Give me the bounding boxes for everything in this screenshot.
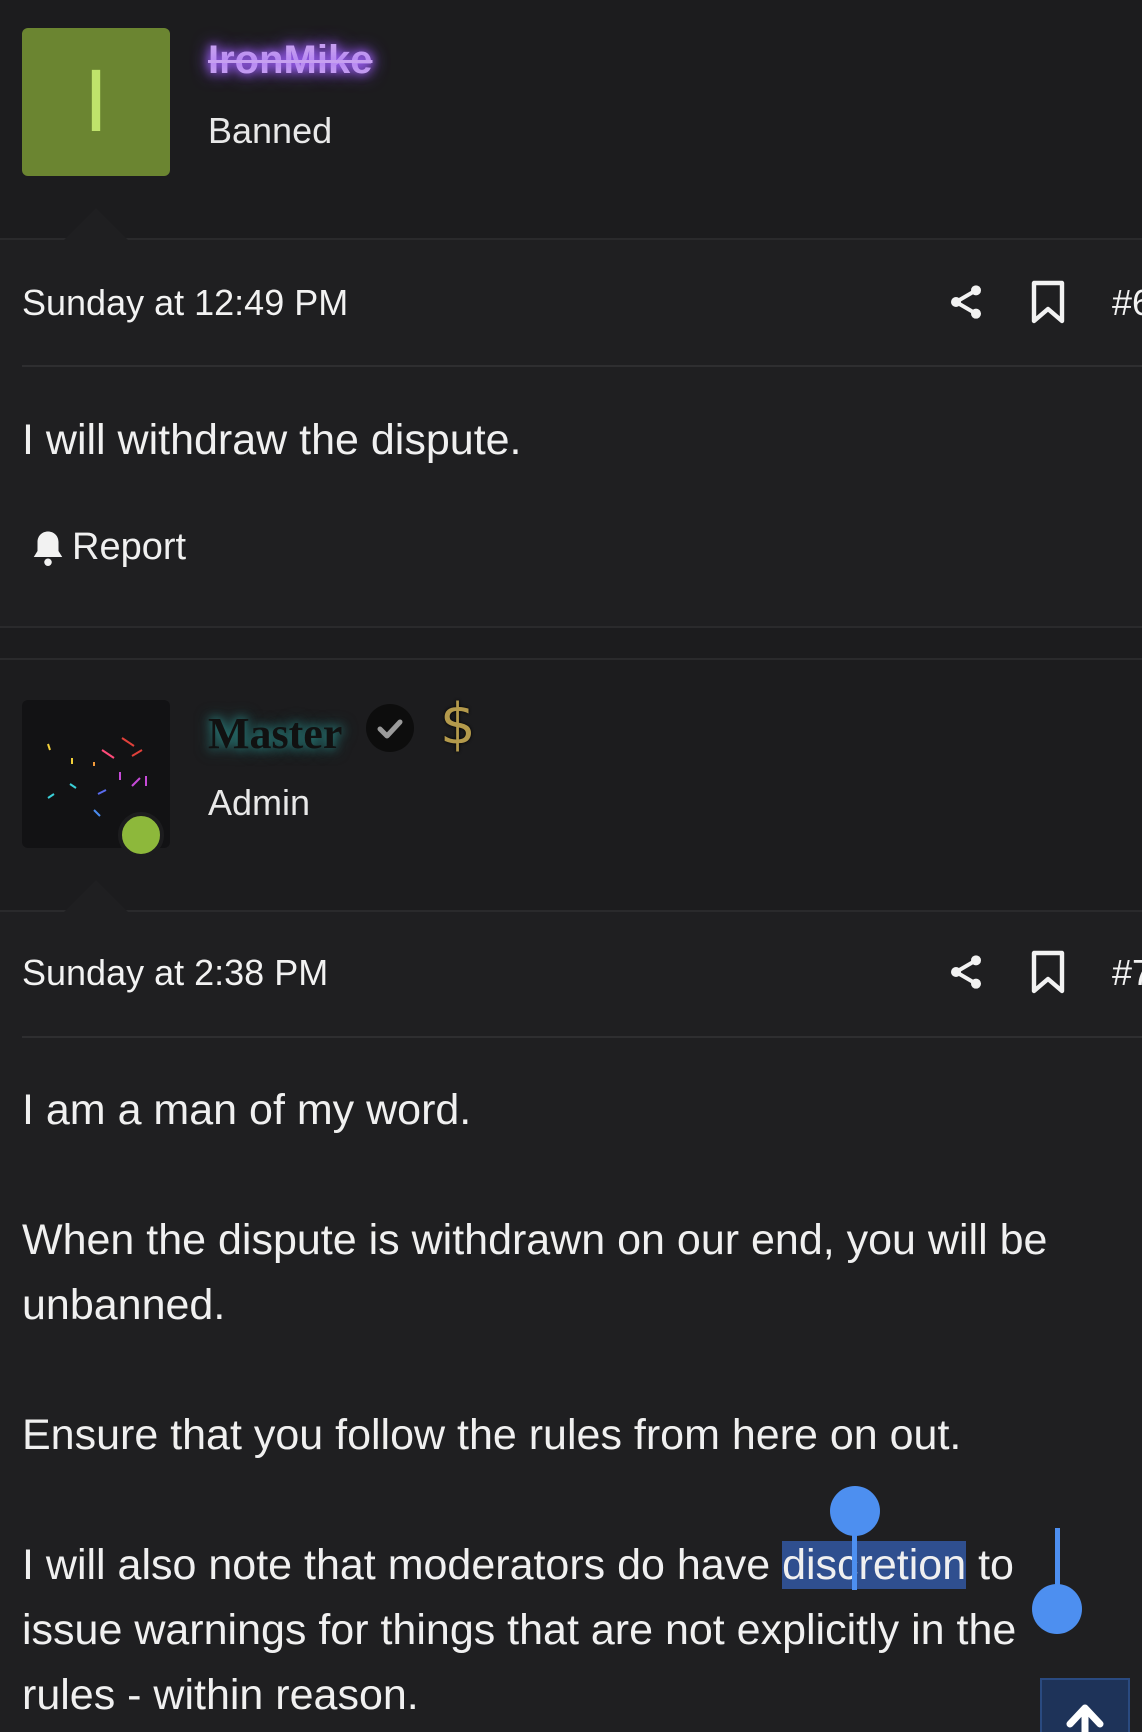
selection-start-caret: [852, 1510, 857, 1590]
username-link[interactable]: Master: [208, 708, 342, 759]
post-number-link[interactable]: #6: [1112, 282, 1142, 324]
share-icon[interactable]: [946, 282, 986, 322]
post-body: I am a man of my word. When the dispute …: [22, 1078, 1142, 1728]
user-avatar[interactable]: I: [22, 28, 170, 176]
report-label: Report: [72, 526, 187, 568]
share-icon[interactable]: [946, 952, 986, 992]
post-body-line: issue warnings for things that are not e…: [22, 1606, 1017, 1654]
post-body-line: unbanned.: [22, 1281, 226, 1329]
post-body-line: I am a man of my word.: [22, 1086, 472, 1134]
post-meta-row: Sunday at 2:38 PM #7: [0, 914, 1142, 1034]
arrow-up-icon: [1066, 1704, 1104, 1732]
post-date[interactable]: Sunday at 12:49 PM: [22, 282, 348, 324]
bell-icon: [33, 531, 63, 566]
post-body: I will withdraw the dispute.: [22, 408, 522, 473]
post-body-line: I will withdraw the dispute.: [22, 416, 522, 464]
post-user-header: I IronMike Banned: [0, 0, 1142, 240]
post-date[interactable]: Sunday at 2:38 PM: [22, 952, 328, 994]
post-body-line: rules - within reason.: [22, 1671, 419, 1719]
post-body-line: I will also note that moderators do have…: [22, 1533, 1142, 1598]
text-run: I will also note that moderators do have: [22, 1541, 783, 1589]
post-separator: [0, 626, 1142, 660]
post-body-line: Ensure that you follow the rules from he…: [22, 1411, 962, 1459]
dollar-icon: $: [440, 692, 476, 757]
header-pointer: [64, 208, 128, 240]
selected-text[interactable]: discretion: [782, 1541, 967, 1589]
verified-check-icon: [366, 704, 414, 752]
user-role-title: Banned: [208, 110, 333, 151]
post-meta-row: Sunday at 12:49 PM #6: [0, 242, 1142, 362]
report-button[interactable]: Report: [30, 526, 186, 569]
header-pointer: [64, 880, 128, 912]
scroll-to-top-button[interactable]: [1040, 1678, 1130, 1732]
post-user-header: Master $ Admin: [0, 660, 1142, 912]
selection-end-caret: [1055, 1528, 1060, 1590]
bookmark-icon[interactable]: [1030, 950, 1066, 994]
username-link[interactable]: IronMike: [208, 38, 372, 83]
text-run: to: [966, 1541, 1014, 1589]
meta-divider: [22, 365, 1142, 367]
post-body-line: When the dispute is withdrawn on our end…: [22, 1216, 1048, 1264]
post-number-link[interactable]: #7: [1112, 952, 1142, 994]
online-status-indicator: [118, 812, 164, 858]
bookmark-icon[interactable]: [1030, 280, 1066, 324]
user-role-title: Admin: [208, 782, 311, 823]
meta-divider: [22, 1036, 1142, 1038]
selection-end-handle[interactable]: [1032, 1584, 1082, 1634]
